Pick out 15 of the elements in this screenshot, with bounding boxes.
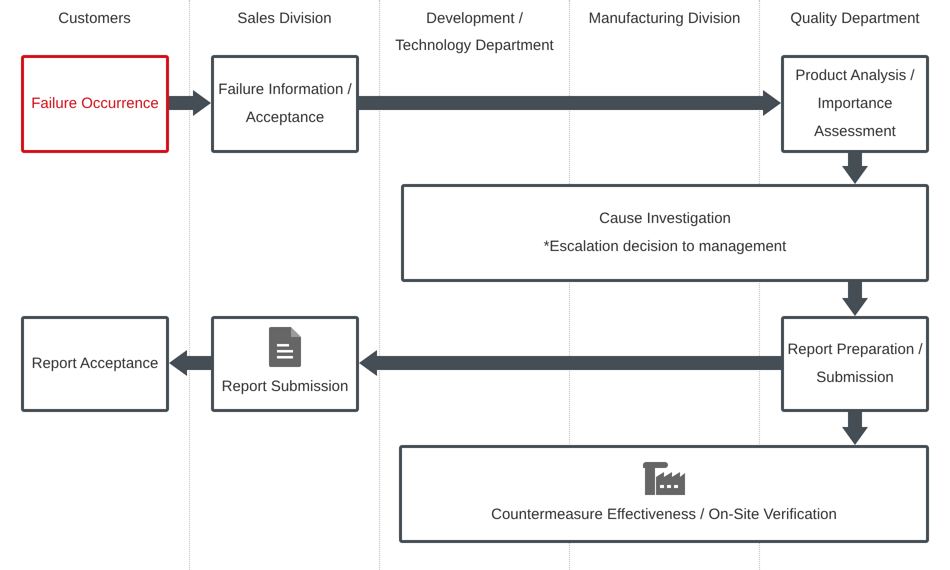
lane-header: Customers (58, 9, 131, 29)
process-label: Report Preparation / Submission (787, 340, 923, 388)
lane-header: Development / Technology Department (395, 9, 554, 56)
process-label: Failure Information / Acceptance (218, 80, 352, 128)
process-label: Report Submission (222, 377, 348, 397)
process-label: Report Acceptance (32, 354, 158, 374)
factory-icon (643, 459, 685, 495)
lane-header: Sales Division (237, 9, 332, 29)
lane-header: Quality Department (790, 9, 920, 29)
process-label: Cause Investigation *Escalation decision to management (544, 209, 786, 257)
process-label: Countermeasure Effectiveness / On-Site Verification (491, 505, 837, 525)
process-label: Product Analysis / Importance Assessment (795, 66, 915, 142)
document-icon (269, 327, 301, 367)
process-label: Failure Occurrence (31, 94, 159, 114)
lane-header: Manufacturing Division (588, 9, 740, 29)
